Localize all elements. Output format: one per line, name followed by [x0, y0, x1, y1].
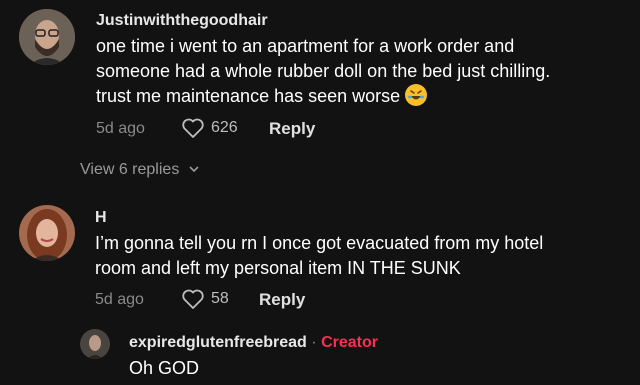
comment-username[interactable]: Justinwiththegoodhair	[96, 12, 268, 30]
avatar[interactable]	[19, 205, 75, 261]
comment-text: one time i went to an apartment for a wo…	[96, 36, 551, 106]
reply-text: Oh GOD	[129, 358, 200, 378]
rolling-laughing-emoji-icon	[405, 84, 428, 106]
view-replies-button[interactable]: View 6 replies	[80, 161, 200, 179]
comment-time: 5d ago	[96, 120, 145, 137]
separator: ·	[311, 334, 317, 351]
reply-username-line: expiredglutenfreebread · Creator	[129, 334, 378, 352]
heart-icon	[182, 289, 204, 309]
comment-text: I’m gonna tell you rn I once got evacuat…	[95, 233, 544, 278]
like-button[interactable]: 58	[181, 287, 241, 311]
comment-username[interactable]: H	[95, 209, 107, 227]
avatar[interactable]	[80, 329, 110, 359]
like-count: 58	[211, 290, 229, 307]
reply-button[interactable]: Reply	[269, 119, 315, 139]
avatar[interactable]	[19, 9, 75, 65]
like-count: 626	[211, 119, 238, 136]
creator-badge: Creator	[321, 334, 378, 351]
comment-time: 5d ago	[95, 291, 144, 308]
like-button[interactable]: 626	[181, 116, 251, 140]
reply-button[interactable]: Reply	[259, 290, 305, 310]
heart-icon	[182, 118, 204, 138]
chevron-down-icon	[189, 166, 199, 173]
reply-username[interactable]: expiredglutenfreebread	[129, 334, 307, 351]
